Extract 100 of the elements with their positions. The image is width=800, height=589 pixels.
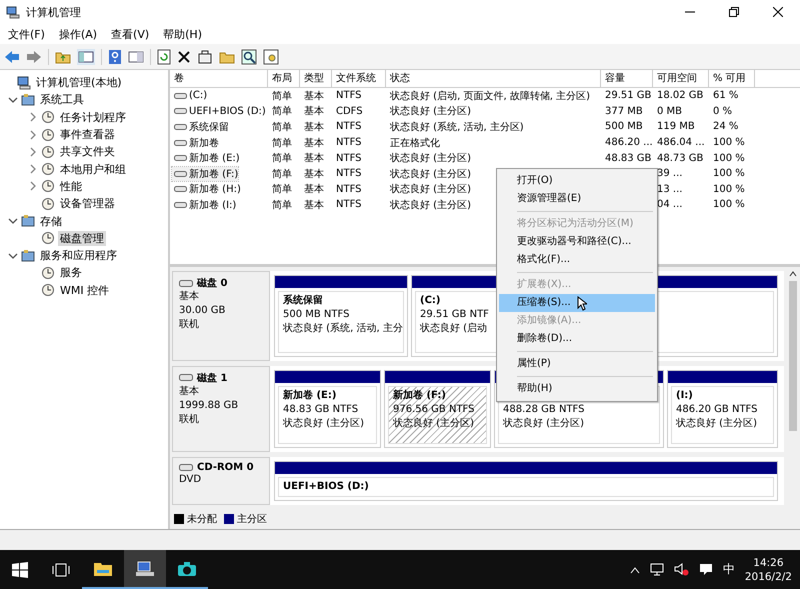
chevron-down-icon[interactable] — [8, 94, 18, 105]
column-header[interactable]: % 可用 — [709, 70, 755, 87]
table-cell-text: 状态良好 (主分区) — [389, 168, 471, 181]
tree-item[interactable]: 系统工具 — [38, 92, 86, 108]
table-cell-text: 100 % — [712, 168, 745, 180]
partition-block[interactable]: 系统保留 500 MB NTFS 状态良好 (系统, 活动, 主分 — [274, 275, 408, 357]
partition-detail: 状态良好 (主分区) — [393, 416, 474, 431]
menu-item[interactable]: 文件(F) — [8, 26, 45, 42]
drive-icon — [174, 122, 187, 131]
forward-arrow-icon[interactable] — [26, 50, 42, 64]
menu-item[interactable]: 帮助(H) — [163, 26, 202, 42]
column-header[interactable]: 状态 — [386, 70, 601, 87]
settings-icon[interactable] — [263, 48, 279, 64]
tree-item[interactable]: 事件查看器 — [58, 127, 117, 142]
table-cell[interactable]: 新加卷 (E:) — [172, 151, 240, 166]
caret-up-icon[interactable] — [630, 566, 640, 574]
search-icon[interactable] — [241, 48, 257, 64]
tree-item[interactable]: 服务和应用程序 — [38, 248, 119, 264]
context-menu-item[interactable]: 更改驱动器号和路径(C)... — [499, 233, 655, 251]
drive-icon — [179, 373, 193, 382]
chevron-right-icon[interactable] — [28, 112, 38, 122]
scroll-thumb[interactable] — [789, 281, 797, 431]
chevron-down-icon[interactable] — [8, 216, 18, 226]
partition-block[interactable]: 新加卷 (F:) 976.56 GB NTFS 状态良好 (主分区) — [384, 370, 491, 448]
table-cell-text: 48.73 GB — [656, 152, 704, 164]
column-header[interactable]: 容量 — [601, 70, 653, 87]
panel-icon[interactable] — [77, 48, 95, 64]
network-icon[interactable] — [650, 563, 664, 576]
chevron-right-icon[interactable] — [28, 164, 38, 174]
table-cell-text: 04 ... — [656, 199, 682, 210]
folder-up-icon[interactable] — [55, 50, 71, 64]
context-menu-item[interactable]: 格式化(F)... — [499, 251, 655, 269]
partition-title: (C:) — [420, 294, 440, 308]
speaker-muted-icon[interactable] — [674, 563, 689, 576]
table-cell[interactable]: 新加卷 (H:) — [172, 182, 241, 196]
chevron-right-icon[interactable] — [28, 181, 38, 192]
start-icon[interactable] — [12, 562, 28, 578]
context-menu-item[interactable]: 删除卷(D)... — [499, 330, 655, 348]
tree-item[interactable]: 服务 — [58, 265, 84, 280]
tree-item[interactable]: 共享文件夹 — [58, 144, 117, 160]
partition-block[interactable]: UEFI+BIOS (D:) — [274, 461, 778, 501]
partition-title: 系统保留 — [283, 294, 323, 308]
table-cell-text: 简单 — [271, 136, 292, 150]
back-arrow-icon[interactable] — [4, 50, 20, 64]
context-menu-item[interactable]: 帮助(H) — [499, 380, 655, 398]
refresh-icon[interactable] — [157, 48, 171, 64]
menu-item[interactable]: 查看(V) — [111, 26, 150, 42]
context-menu-item[interactable]: 资源管理器(E) — [499, 190, 655, 208]
chevron-right-icon[interactable] — [28, 130, 38, 140]
table-cell[interactable]: 新加卷 (I:) — [172, 198, 236, 212]
tree-item[interactable]: WMI 控件 — [58, 282, 112, 298]
tree-item[interactable]: 本地用户和组 — [58, 162, 128, 177]
computer-icon — [17, 76, 31, 90]
column-header[interactable]: 卷 — [170, 70, 268, 87]
tree-item[interactable]: 设备管理器 — [58, 196, 117, 212]
clock[interactable]: 14:26 2016/2/2 — [744, 556, 792, 584]
table-cell-text: NTFS — [335, 184, 362, 195]
menu-item[interactable]: 操作(A) — [58, 26, 98, 42]
column-header[interactable]: 可用空间 — [653, 70, 709, 87]
tree-item[interactable]: 存储 — [38, 214, 64, 229]
tree-item[interactable]: 计算机管理(本地) — [34, 75, 124, 90]
column-header[interactable]: 文件系统 — [332, 70, 386, 87]
column-header[interactable]: 布局 — [268, 70, 300, 87]
computer-management-button[interactable] — [124, 550, 166, 589]
table-cell[interactable]: UEFI+BIOS (D:) — [172, 106, 266, 117]
tree-item[interactable]: 任务计划程序 — [58, 110, 128, 125]
folder-icon[interactable] — [219, 50, 235, 64]
drive-icon — [174, 200, 187, 209]
notification-icon[interactable] — [698, 563, 713, 576]
table-cell-text: NTFS — [335, 90, 362, 102]
partition-block[interactable]: (I:) 486.20 GB NTFS 状态良好 (主分区) — [667, 370, 778, 448]
panel-icon[interactable] — [128, 50, 144, 64]
chevron-down-icon[interactable] — [8, 250, 18, 261]
drive-icon — [174, 107, 187, 116]
table-cell[interactable]: 新加卷 — [172, 136, 219, 150]
drive-icon — [174, 185, 187, 194]
partition-detail: 48.83 GB NTFS — [283, 402, 358, 417]
table-cell-text: 18.02 GB — [656, 90, 704, 102]
context-menu-item[interactable]: 压缩卷(S)... — [499, 294, 655, 312]
context-menu-item[interactable]: 打开(O) — [499, 172, 655, 190]
table-cell-text: 39 ... — [656, 168, 682, 180]
table-cell[interactable]: (C:) — [172, 90, 208, 102]
disk-detail: 基本 — [179, 384, 200, 399]
table-cell-text: 简单 — [271, 120, 292, 134]
partition-detail: 状态良好 (启动 — [420, 322, 488, 336]
input-method-indicator[interactable]: 中 — [722, 561, 735, 578]
table-cell-text: 状态良好 (主分区) — [389, 104, 471, 118]
table-cell[interactable]: 系统保留 — [172, 120, 229, 134]
task-view-icon[interactable] — [52, 562, 70, 576]
tree-item[interactable]: 性能 — [58, 178, 84, 194]
table-cell-text: 基本 — [303, 168, 324, 181]
table-cell[interactable]: 新加卷 (F:) — [172, 166, 238, 181]
column-header[interactable]: 类型 — [300, 70, 332, 87]
disk-detail: DVD — [179, 473, 202, 487]
partition-block[interactable]: 新加卷 (E:) 48.83 GB NTFS 状态良好 (主分区) — [274, 370, 381, 448]
table-cell-text: 基本 — [303, 152, 324, 166]
delete-icon[interactable] — [177, 50, 191, 64]
chevron-right-icon[interactable] — [28, 146, 38, 157]
scroll-up-icon[interactable] — [789, 271, 797, 277]
tree-item[interactable]: 磁盘管理 — [58, 230, 106, 246]
